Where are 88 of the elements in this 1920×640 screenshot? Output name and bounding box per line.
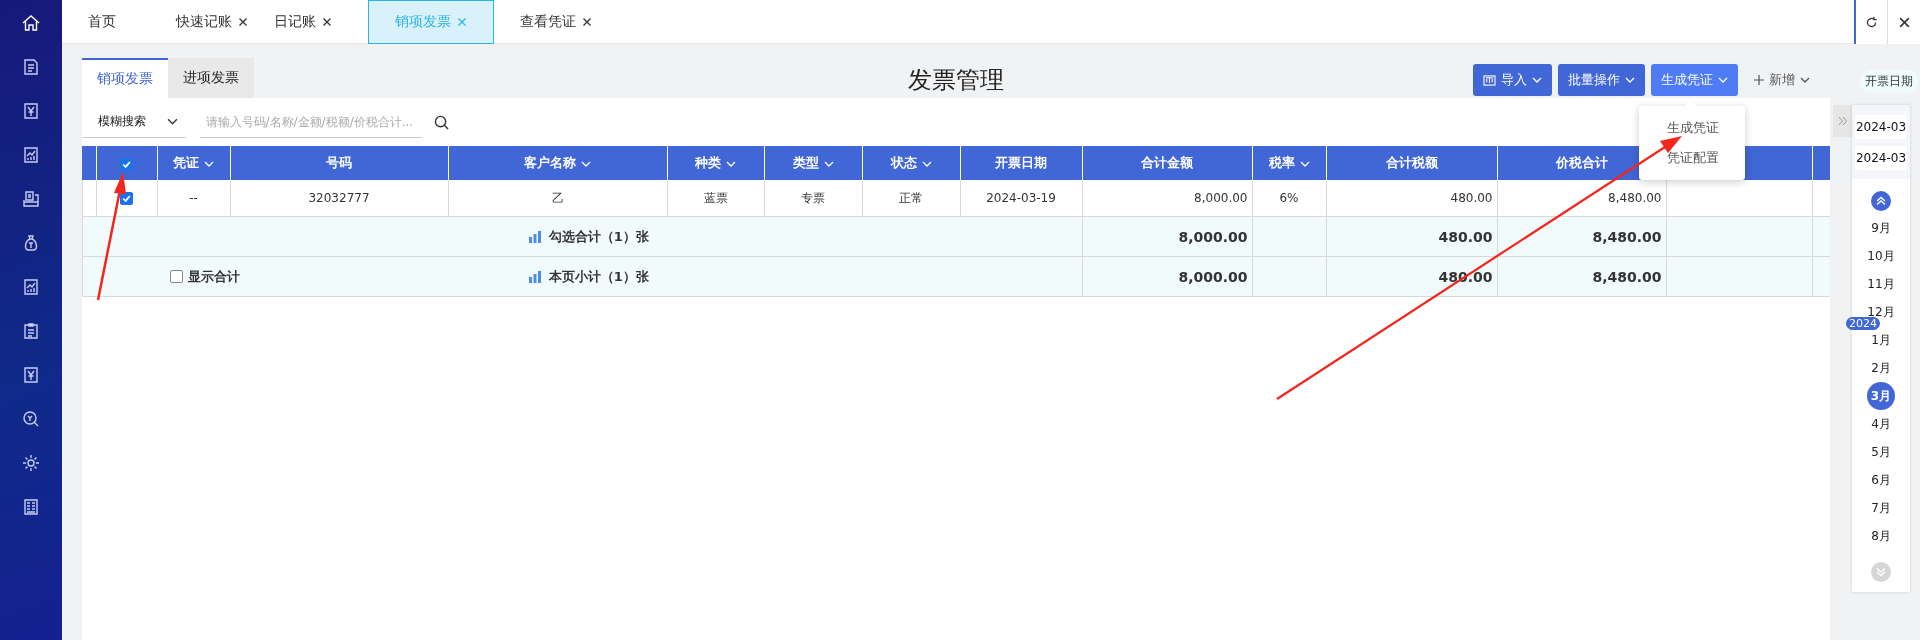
bar-chart-icon (528, 230, 541, 243)
search-mode-select[interactable]: 模糊搜索 (81, 106, 186, 138)
month-item[interactable]: 8月 (1870, 528, 1892, 544)
caret-icon (921, 161, 932, 167)
table-cell: 蓝票 (667, 180, 764, 217)
caret-icon (726, 161, 736, 167)
search-icon[interactable] (433, 114, 449, 130)
home-icon[interactable] (20, 13, 41, 33)
column-header[interactable]: 税率 (1252, 146, 1326, 180)
table-cell: 480.00 (1326, 180, 1497, 217)
column-header[interactable]: 类型 (764, 146, 862, 180)
table-cell: 8,480.00 (1497, 180, 1666, 217)
table-cell: 专票 (764, 180, 862, 217)
caret-icon (1299, 161, 1310, 167)
search-icon[interactable] (20, 409, 41, 429)
month-item[interactable]: 10月 (1866, 248, 1896, 264)
table-cell: -- (157, 180, 230, 217)
chevron-right-icon (1837, 116, 1848, 126)
close-icon[interactable] (321, 17, 332, 27)
caret-icon (1625, 77, 1635, 83)
page-tab[interactable]: 首页 (87, 0, 176, 44)
column-header[interactable]: 号码 (230, 146, 448, 180)
summary-label: 勾选合计（1）张 (548, 227, 649, 246)
table-cell: 480.00 (1326, 216, 1497, 257)
column-header[interactable]: 种类 (667, 146, 764, 180)
refresh-icon (1865, 15, 1878, 29)
start-date-field[interactable]: 2024-03 (1855, 115, 1907, 139)
month-item[interactable]: 4月 (1870, 416, 1892, 432)
column-header[interactable]: 状态 (862, 146, 960, 180)
table-cell: 乙 (448, 180, 667, 217)
close-button[interactable] (1887, 0, 1920, 44)
tooltip: 开票日期 (1860, 70, 1918, 93)
invoice-tab[interactable]: 进项发票 (167, 58, 254, 98)
close-icon (1898, 16, 1910, 28)
table-cell: 32032777 (230, 180, 448, 217)
toolbar-button[interactable]: 新增 (1744, 64, 1820, 96)
caret-icon (581, 161, 591, 167)
column-header[interactable]: 凭证 (157, 146, 230, 180)
column-header[interactable]: 合计金额 (1082, 146, 1252, 180)
table-cell: 8,480.00 (1497, 256, 1666, 297)
caret-icon (1800, 77, 1810, 83)
table-cell: 8,000.00 (1082, 180, 1252, 217)
menu-item[interactable]: 生成凭证 (1639, 113, 1745, 143)
column-header[interactable]: 开票日期 (960, 146, 1082, 180)
caret-icon (823, 161, 834, 167)
bar-chart-icon (528, 270, 541, 283)
toolbar-button[interactable]: 导入 (1473, 64, 1552, 96)
caret-icon (166, 118, 178, 125)
column-header[interactable]: 客户名称 (448, 146, 667, 180)
month-item[interactable]: 12月 (1866, 304, 1896, 320)
page-title: 发票管理 (907, 65, 1004, 96)
month-item[interactable]: 1月 (1870, 332, 1892, 348)
month-item[interactable]: 3月 (1867, 382, 1895, 410)
refresh-button[interactable] (1854, 0, 1887, 44)
table-cell: 8,000.00 (1082, 216, 1252, 257)
month-item[interactable]: 2月 (1870, 360, 1892, 376)
table-cell: 6% (1252, 180, 1326, 217)
invoice-tab[interactable]: 销项发票 (81, 58, 168, 98)
caret-icon (1718, 77, 1728, 83)
plus-icon (1754, 75, 1764, 85)
select-all-checkbox[interactable] (120, 157, 133, 171)
close-icon[interactable] (581, 17, 592, 27)
column-header[interactable]: 合计税额 (1326, 146, 1497, 180)
month-item[interactable]: 11月 (1866, 276, 1896, 292)
page-tab[interactable]: 快速记账 (175, 0, 274, 44)
close-icon[interactable] (237, 17, 248, 27)
toolbar-button[interactable]: 批量操作 (1558, 64, 1645, 96)
end-date-field[interactable]: 2024-03 (1855, 146, 1907, 170)
table-cell: 8,480.00 (1497, 216, 1666, 257)
table-cell: 2024-03-19 (960, 180, 1082, 217)
scroll-up-button[interactable] (1871, 191, 1891, 211)
table-cell: 正常 (862, 180, 960, 217)
summary-label: 本页小计（1）张 (548, 267, 649, 286)
month-item[interactable]: 6月 (1870, 472, 1892, 488)
import-icon (1483, 74, 1496, 86)
show-total-checkbox[interactable]: 显示合计 (170, 267, 240, 286)
month-item[interactable]: 7月 (1870, 500, 1892, 516)
row-checkbox[interactable] (120, 192, 133, 205)
caret-icon (1532, 77, 1542, 83)
month-item[interactable]: 5月 (1870, 444, 1892, 460)
page-tab[interactable]: 日记账 (273, 0, 368, 44)
month-item[interactable]: 9月 (1870, 220, 1892, 236)
table-cell: 8,000.00 (1082, 256, 1252, 297)
inbox-icon[interactable] (20, 189, 41, 209)
year-badge: 2024 (1846, 317, 1880, 330)
toolbar-button[interactable]: 生成凭证 (1651, 64, 1738, 96)
page-tab[interactable]: 查看凭证 (519, 0, 618, 44)
caret-icon (204, 161, 214, 167)
